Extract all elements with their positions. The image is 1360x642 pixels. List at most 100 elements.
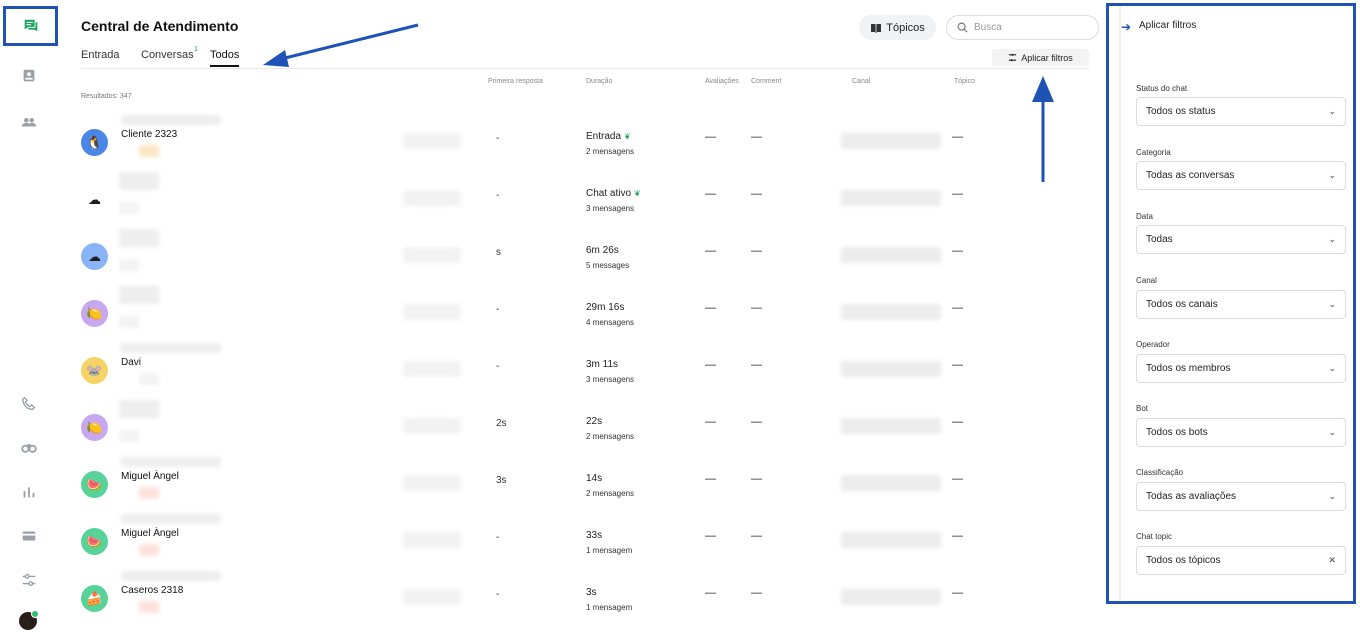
filter-label: Classificação [1136, 468, 1184, 477]
duration-value: 6m 26s [586, 245, 619, 256]
filter-select[interactable]: Todas ⌄ [1136, 225, 1346, 254]
message-count: 3 mensagens [586, 375, 635, 384]
comment-value: — [751, 359, 762, 371]
nav-settings[interactable] [4, 562, 54, 598]
tab-todos[interactable]: Todos [210, 49, 240, 67]
redacted-detail [121, 571, 221, 581]
tab-entrada[interactable]: Entrada [81, 49, 120, 61]
nav-reports[interactable] [4, 474, 54, 510]
filter-label: Canal [1136, 276, 1157, 285]
contact-avatar: 🐧 [81, 129, 108, 156]
filter-select[interactable]: Todos os bots ⌄ [1136, 418, 1346, 447]
table-row[interactable]: 🐧 Cliente 2323 - Entrada ❦ 2 mensagens — — — [81, 115, 1081, 172]
arrow-right-icon[interactable]: ➔ [1121, 20, 1131, 34]
col-channel[interactable]: Canal [852, 78, 870, 85]
contact-avatar: ☁ [88, 191, 101, 207]
page-title: Central de Atendimento [81, 18, 239, 34]
topics-button[interactable]: Tópicos [859, 15, 936, 40]
redacted-detail [403, 361, 461, 377]
redacted-channel [841, 133, 941, 149]
comment-value: — [751, 245, 762, 257]
nav-billing[interactable] [4, 518, 54, 554]
first-response-value: - [496, 190, 500, 201]
col-comment[interactable]: Comment [751, 78, 781, 85]
filter-label: Data [1136, 212, 1153, 221]
table-row[interactable]: ☁ s 6m 26s 5 messages — — — [81, 229, 1081, 286]
nav-contacts[interactable] [4, 104, 54, 140]
contact-name: Miguel Àngel [121, 528, 179, 539]
redacted-detail [403, 532, 461, 548]
duration-text: Chat ativo [586, 188, 632, 199]
search-input[interactable] [974, 22, 1084, 33]
chevron-down-icon: ⌄ [1328, 491, 1336, 501]
filter-label: Chat topic [1136, 532, 1173, 541]
first-response-value: 2s [496, 418, 507, 429]
col-first-response[interactable]: Primeira resposta [488, 78, 543, 85]
table-row[interactable]: ☁ - Chat ativo ❦ 3 mensagens — — — [81, 172, 1081, 229]
redacted-detail [121, 514, 221, 524]
nav-chats[interactable] [3, 6, 58, 46]
filter-select[interactable]: Todas as conversas ⌄ [1136, 161, 1346, 190]
duration-value: 3s [586, 587, 597, 598]
redacted-detail [119, 202, 139, 214]
filter-select[interactable]: Todos os status ⌄ [1136, 97, 1346, 126]
nav-monitor[interactable] [4, 429, 54, 465]
col-ratings[interactable]: Avaliações [705, 78, 739, 85]
chevron-down-icon: ⌄ [1328, 234, 1336, 244]
table-row[interactable]: 🐭 Davi - 3m 11s 3 mensagens — — — [81, 343, 1081, 400]
apply-filters-label: Aplicar filtros [1021, 52, 1073, 63]
filter-value: Todos os canais [1146, 299, 1218, 310]
filter-select[interactable]: Todos os canais ⌄ [1136, 290, 1346, 319]
duration-value: 33s [586, 530, 602, 541]
redacted-detail [119, 430, 139, 442]
comment-value: — [751, 131, 762, 143]
comment-value: — [751, 530, 762, 542]
filter-select[interactable]: Todas as avaliações ⌄ [1136, 482, 1346, 511]
duration-text: 3s [586, 587, 597, 598]
close-icon[interactable]: ✕ [1328, 555, 1336, 566]
redacted-detail [403, 475, 461, 491]
redacted-detail [139, 487, 159, 499]
nav-inbox[interactable] [4, 58, 54, 94]
nav-calls[interactable] [4, 386, 54, 422]
first-response-value: - [496, 304, 500, 315]
sliders-icon [22, 573, 36, 587]
comment-value: — [751, 302, 762, 314]
duration-value: Entrada ❦ [586, 131, 631, 142]
col-topic[interactable]: Tópico [954, 78, 975, 85]
chevron-down-icon: ⌄ [1328, 363, 1336, 373]
filter-panel: ➔ Aplicar filtros Status do chat Todos os… [1106, 3, 1356, 604]
ratings-value: — [705, 245, 716, 257]
redacted-detail [119, 286, 159, 304]
duration-text: Entrada [586, 131, 622, 142]
comment-value: — [751, 188, 762, 200]
message-count: 2 mensagens [586, 147, 635, 156]
search-box[interactable] [946, 15, 1099, 40]
tab-conversas[interactable]: Conversas [141, 49, 194, 61]
redacted-channel [841, 589, 941, 605]
first-response-value: - [496, 361, 500, 372]
topics-button-label: Tópicos [886, 21, 925, 34]
message-count: 5 messages [586, 261, 630, 270]
first-response-value: - [496, 532, 500, 543]
table-row[interactable]: 🍋 2s 22s 2 mensagens — — — [81, 400, 1081, 457]
table-row[interactable]: 🍉 Miguel Àngel - 33s 1 mensagem — — — [81, 514, 1081, 571]
redacted-channel [841, 304, 941, 320]
duration-value: 14s [586, 473, 602, 484]
col-duration[interactable]: Duração [586, 78, 612, 85]
ratings-value: — [705, 302, 716, 314]
comment-value: — [751, 473, 762, 485]
contact-avatar: 🐭 [81, 357, 108, 384]
redacted-detail [403, 133, 461, 149]
filter-select[interactable]: Todos os membros ⌄ [1136, 354, 1346, 383]
filter-panel-title: Aplicar filtros [1139, 20, 1197, 31]
filter-value: Todos os status [1146, 106, 1216, 117]
table-row[interactable]: 🍰 Caseros 2318 - 3s 1 mensagem — — — [81, 571, 1081, 628]
filter-label: Categoria [1136, 148, 1171, 157]
apply-filters-button[interactable]: Aplicar filtros [992, 49, 1089, 66]
filter-select[interactable]: Todos os tópicos ✕ [1136, 546, 1346, 575]
user-avatar[interactable] [19, 610, 39, 630]
table-row[interactable]: 🍉 Miguel Àngel 3s 14s 2 mensagens — — — [81, 457, 1081, 514]
table-row[interactable]: 🍋 - 29m 16s 4 mensagens — — — [81, 286, 1081, 343]
chevron-down-icon: ⌄ [1328, 299, 1336, 309]
